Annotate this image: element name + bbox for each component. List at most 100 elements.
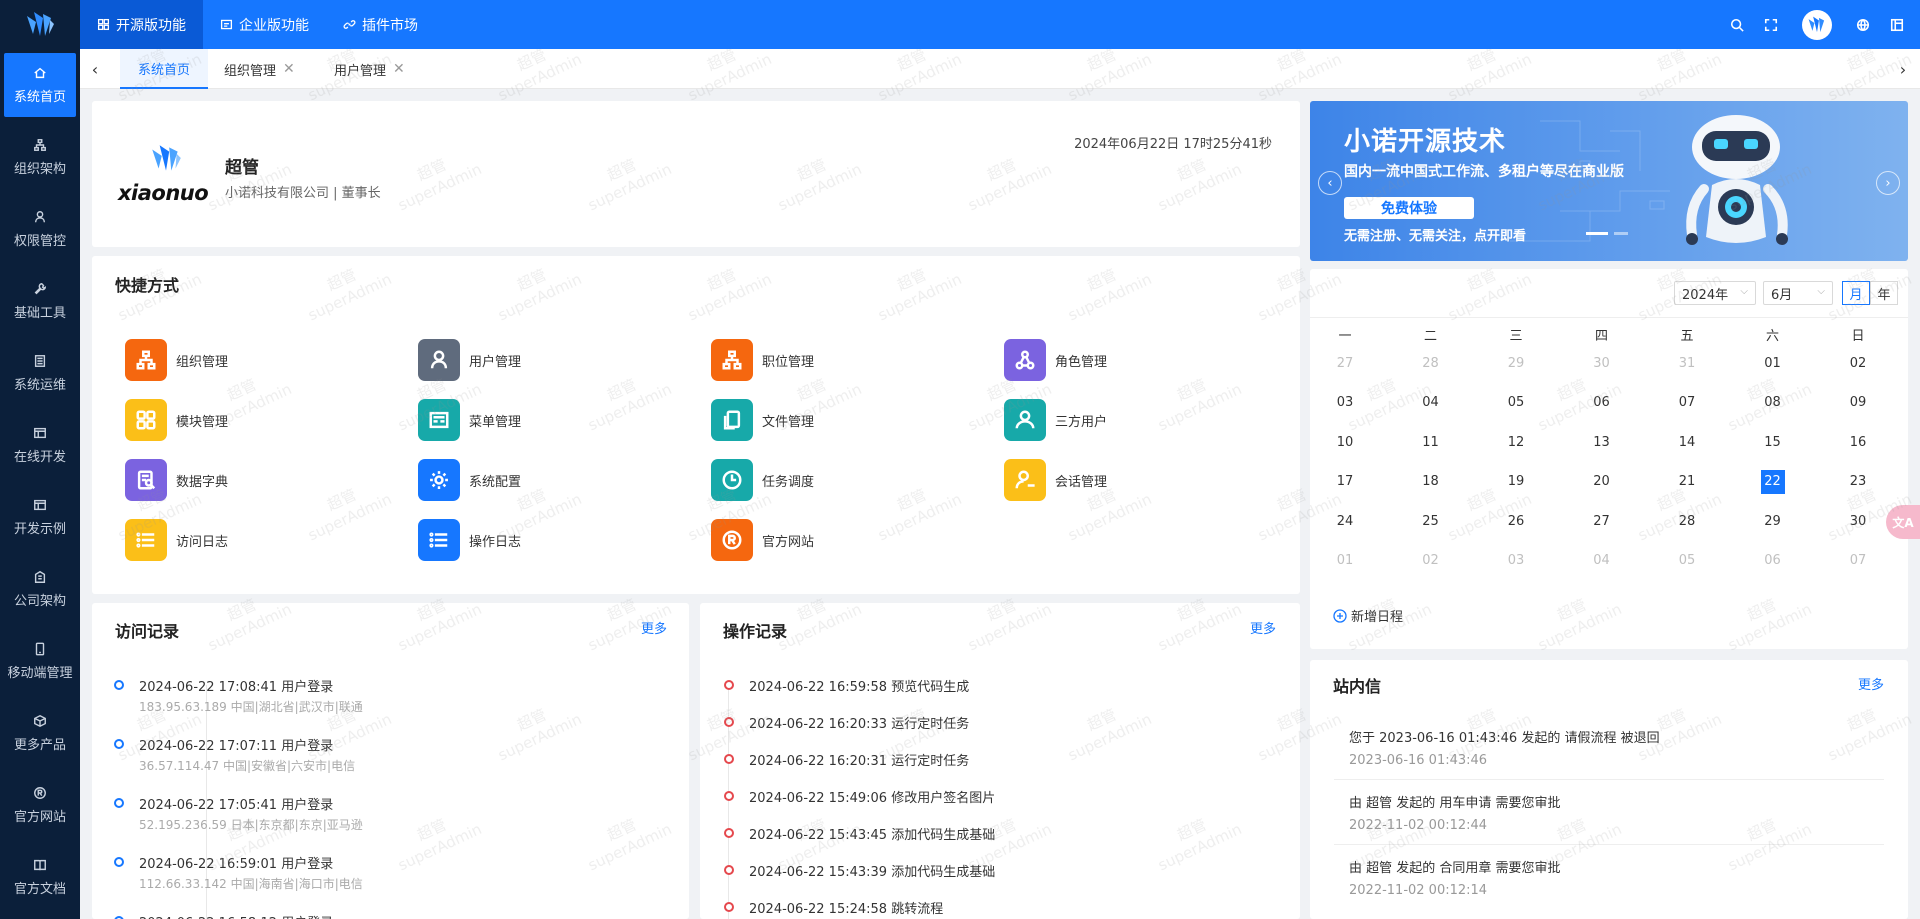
- shortcut-item[interactable]: 职位管理: [711, 339, 814, 381]
- calendar-day[interactable]: 30: [1590, 351, 1614, 375]
- calendar-day[interactable]: 31: [1675, 351, 1699, 375]
- calendar-day[interactable]: 10: [1333, 430, 1357, 454]
- carousel-indicator-active[interactable]: [1586, 232, 1608, 235]
- close-icon[interactable]: ✕: [283, 61, 295, 77]
- calendar-day[interactable]: 03: [1504, 549, 1528, 573]
- sidebar-item[interactable]: 系统首页: [4, 53, 76, 117]
- calendar-day[interactable]: 25: [1419, 509, 1443, 533]
- free-trial-button[interactable]: 免费体验: [1344, 197, 1474, 219]
- calendar-day[interactable]: 28: [1419, 351, 1443, 375]
- calendar-day[interactable]: 01: [1333, 549, 1357, 573]
- shortcut-item[interactable]: 文件管理: [711, 399, 814, 441]
- calendar-day[interactable]: 17: [1333, 470, 1357, 494]
- calendar-day[interactable]: 27: [1333, 351, 1357, 375]
- sidebar-item[interactable]: 官方文档: [0, 841, 80, 913]
- calendar-day[interactable]: 07: [1846, 549, 1870, 573]
- calendar-day[interactable]: 28: [1675, 509, 1699, 533]
- banner-next-button[interactable]: ›: [1876, 171, 1900, 195]
- calendar-day[interactable]: 05: [1675, 549, 1699, 573]
- shortcut-item[interactable]: 访问日志: [125, 519, 228, 561]
- top-menu-item[interactable]: 企业版功能: [203, 0, 326, 49]
- tab-home[interactable]: 系统首页: [120, 49, 208, 89]
- calendar-day[interactable]: 12: [1504, 430, 1528, 454]
- calendar-day[interactable]: 22: [1760, 469, 1785, 494]
- sidebar-item[interactable]: 组织架构: [0, 121, 80, 193]
- sidebar-item[interactable]: 更多产品: [0, 697, 80, 769]
- promo-banner[interactable]: 小诺开源技术 国内一流中国式工作流、多租户等尽在商业版 免费体验 无需注册、无需…: [1310, 101, 1908, 261]
- top-menu-item[interactable]: 开源版功能: [80, 0, 203, 49]
- tab-user[interactable]: 用户管理 ✕: [334, 49, 405, 89]
- tabs-scroll-left-button[interactable]: ‹: [80, 49, 110, 89]
- calendar-day[interactable]: 18: [1419, 470, 1443, 494]
- shortcut-item[interactable]: 数据字典: [125, 459, 228, 501]
- calendar-day[interactable]: 06: [1761, 549, 1785, 573]
- add-schedule-button[interactable]: 新增日程: [1333, 606, 1403, 625]
- calendar-day[interactable]: 08: [1761, 391, 1785, 415]
- calendar-day[interactable]: 01: [1761, 351, 1785, 375]
- calendar-day[interactable]: 04: [1590, 549, 1614, 573]
- shortcut-item[interactable]: 系统配置: [418, 459, 521, 501]
- layout-icon[interactable]: [1880, 0, 1914, 49]
- globe-icon[interactable]: [1846, 0, 1880, 49]
- shortcut-item[interactable]: 官方网站: [711, 519, 814, 561]
- shortcut-item[interactable]: 菜单管理: [418, 399, 521, 441]
- sidebar-item[interactable]: 基础工具: [0, 265, 80, 337]
- shortcut-item[interactable]: 用户管理: [418, 339, 521, 381]
- calendar-day[interactable]: 05: [1504, 391, 1528, 415]
- close-icon[interactable]: ✕: [393, 61, 405, 77]
- shortcut-item[interactable]: 任务调度: [711, 459, 814, 501]
- calendar-day[interactable]: 23: [1846, 470, 1870, 494]
- calendar-day[interactable]: 15: [1761, 430, 1785, 454]
- translate-float-button[interactable]: 文A: [1886, 505, 1920, 539]
- calendar-day[interactable]: 16: [1846, 430, 1870, 454]
- shortcut-item[interactable]: 三方用户: [1004, 399, 1107, 441]
- year-select[interactable]: 2024年 ⌵: [1674, 281, 1756, 305]
- calendar-day[interactable]: 24: [1333, 509, 1357, 533]
- shortcut-item[interactable]: 角色管理: [1004, 339, 1107, 381]
- fullscreen-icon[interactable]: [1754, 0, 1788, 49]
- shortcut-item[interactable]: 操作日志: [418, 519, 521, 561]
- calendar-day[interactable]: 27: [1590, 509, 1614, 533]
- messages-more-link[interactable]: 更多: [1858, 674, 1884, 693]
- shortcut-item[interactable]: 组织管理: [125, 339, 228, 381]
- month-select[interactable]: 6月 ⌵: [1763, 281, 1833, 305]
- calendar-day[interactable]: 11: [1419, 430, 1443, 454]
- message-text[interactable]: 由 超管 发起的 合同用章 需要您审批: [1349, 857, 1561, 876]
- shortcut-item[interactable]: 会话管理: [1004, 459, 1107, 501]
- sidebar-item[interactable]: 权限管控: [0, 193, 80, 265]
- calendar-day[interactable]: 29: [1504, 351, 1528, 375]
- calendar-day[interactable]: 26: [1504, 509, 1528, 533]
- app-logo[interactable]: [0, 0, 80, 49]
- calendar-day[interactable]: 13: [1590, 430, 1614, 454]
- calendar-day[interactable]: 21: [1675, 470, 1699, 494]
- sidebar-item[interactable]: 移动端管理: [0, 625, 80, 697]
- sidebar-item[interactable]: 官方网站: [0, 769, 80, 841]
- calendar-day[interactable]: 02: [1846, 351, 1870, 375]
- calendar-day[interactable]: 30: [1846, 509, 1870, 533]
- calendar-day[interactable]: 14: [1675, 430, 1699, 454]
- calendar-day[interactable]: 06: [1590, 391, 1614, 415]
- calendar-day[interactable]: 20: [1590, 470, 1614, 494]
- avatar[interactable]: [1802, 9, 1832, 40]
- tab-org[interactable]: 组织管理 ✕: [224, 49, 295, 89]
- calendar-day[interactable]: 07: [1675, 391, 1699, 415]
- sidebar-item[interactable]: 在线开发: [0, 409, 80, 481]
- message-text[interactable]: 您于 2023-06-16 01:43:46 发起的 请假流程 被退回: [1349, 727, 1660, 746]
- sidebar-item[interactable]: 开发示例: [0, 481, 80, 553]
- calendar-day[interactable]: 09: [1846, 391, 1870, 415]
- top-menu-item[interactable]: 插件市场: [326, 0, 435, 49]
- banner-prev-button[interactable]: ‹: [1318, 171, 1342, 195]
- tabs-scroll-right-button[interactable]: ›: [1888, 49, 1918, 89]
- calendar-day[interactable]: 03: [1333, 391, 1357, 415]
- message-text[interactable]: 由 超管 发起的 用车申请 需要您审批: [1349, 792, 1561, 811]
- shortcut-item[interactable]: 模块管理: [125, 399, 228, 441]
- calendar-day[interactable]: 02: [1419, 549, 1443, 573]
- search-icon[interactable]: [1720, 0, 1754, 49]
- calendar-day[interactable]: 19: [1504, 470, 1528, 494]
- calendar-mode-month[interactable]: 月: [1842, 281, 1870, 305]
- calendar-day[interactable]: 29: [1761, 509, 1785, 533]
- sidebar-item[interactable]: 公司架构: [0, 553, 80, 625]
- carousel-indicator[interactable]: [1614, 232, 1628, 235]
- calendar-day[interactable]: 04: [1419, 391, 1443, 415]
- sidebar-item[interactable]: 系统运维: [0, 337, 80, 409]
